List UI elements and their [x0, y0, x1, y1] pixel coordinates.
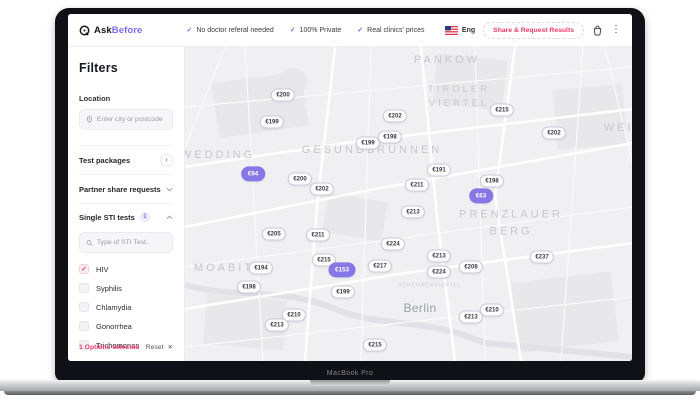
checkbox[interactable]: [79, 283, 89, 293]
sti-option-syphilis[interactable]: Syphilis: [79, 283, 173, 293]
benefit-item: ✓ No doctor referal needed: [186, 26, 274, 35]
price-marker[interactable]: €217: [367, 259, 393, 273]
partner-requests-label: Partner share requests: [79, 184, 161, 194]
more-menu-button[interactable]: ⋮: [611, 25, 621, 35]
test-packages-row[interactable]: Test packages ›: [79, 146, 173, 174]
price-marker[interactable]: €215: [362, 338, 388, 352]
location-pin-icon: [86, 116, 93, 124]
map-roads: [185, 47, 632, 361]
sti-search-input[interactable]: [96, 239, 166, 246]
selected-count-badge: 1: [139, 212, 150, 222]
price-marker[interactable]: €194: [248, 261, 274, 275]
price-marker[interactable]: €224: [380, 237, 406, 251]
chevron-down-icon: [166, 187, 173, 191]
price-marker[interactable]: €213: [458, 310, 484, 324]
brand-first: Ask: [94, 24, 112, 36]
price-marker[interactable]: €198: [479, 174, 505, 188]
sti-option-list: ✓ HIV Syphilis Chlamydia Gonorrhea Trichomona…: [79, 264, 173, 350]
price-marker[interactable]: €191: [426, 163, 452, 177]
filters-title: Filters: [79, 61, 118, 75]
price-marker[interactable]: €199: [330, 285, 356, 299]
location-input-wrap: [79, 109, 173, 130]
test-packages-label: Test packages: [79, 155, 131, 165]
checkbox-checked[interactable]: ✓: [79, 264, 89, 274]
close-icon: ✕: [167, 344, 173, 351]
language-label: Eng: [461, 26, 476, 34]
price-marker[interactable]: €215: [489, 103, 515, 117]
price-marker[interactable]: €199: [259, 115, 285, 129]
filters-sidebar: Filters Location Test packages › Partner…: [68, 47, 185, 361]
options-selected-text: 1 Options selected: [79, 343, 140, 351]
price-marker[interactable]: €200: [270, 88, 296, 102]
chevron-up-icon: [166, 215, 173, 219]
price-marker[interactable]: €237: [529, 250, 555, 264]
location-input[interactable]: [96, 116, 166, 123]
laptop-screen: AskBefore ✓ No doctor referal needed ✓ 100%…: [55, 8, 645, 382]
check-icon: ✓: [357, 27, 364, 34]
chevron-right-icon[interactable]: ›: [160, 153, 173, 167]
sti-option-hiv[interactable]: ✓ HIV: [79, 264, 173, 274]
sti-option-label: Gonorrhea: [96, 321, 132, 331]
reset-label: Reset: [145, 343, 164, 351]
price-marker[interactable]: €198: [236, 280, 262, 294]
brand-logo-icon: [79, 25, 90, 36]
sti-option-label: Syphilis: [96, 283, 122, 293]
price-marker[interactable]: €202: [309, 182, 335, 196]
benefit-item: ✓ 100% Private: [289, 26, 342, 35]
map-canvas[interactable]: PANKOWTIROLER VIERTELWEISSENSEEWEDDINGGE…: [185, 47, 632, 361]
brand-name: AskBefore: [94, 25, 142, 36]
search-icon: [86, 239, 93, 246]
price-marker[interactable]: €224: [426, 265, 452, 279]
checkbox[interactable]: [79, 321, 89, 331]
price-marker[interactable]: €94: [241, 166, 265, 182]
language-switcher[interactable]: Eng: [444, 25, 476, 35]
check-icon: ✓: [289, 27, 296, 34]
price-marker[interactable]: €199: [355, 136, 381, 150]
cart-bag-icon: [593, 25, 602, 35]
laptop-base-edge: [4, 391, 696, 395]
sti-option-gonorrhea[interactable]: Gonorrhea: [79, 321, 173, 331]
checkbox[interactable]: [79, 302, 89, 312]
app-window: AskBefore ✓ No doctor referal needed ✓ 100%…: [68, 14, 632, 361]
price-marker[interactable]: €202: [382, 109, 408, 123]
price-marker[interactable]: €208: [458, 260, 484, 274]
partner-share-requests-row[interactable]: Partner share requests: [79, 175, 173, 203]
us-flag-icon: [444, 25, 458, 35]
cart-button[interactable]: [592, 25, 603, 36]
share-request-results-button[interactable]: Share & Request Results: [483, 21, 584, 39]
price-marker[interactable]: €211: [305, 228, 331, 242]
price-marker[interactable]: €202: [541, 126, 567, 140]
single-sti-label: Single STI tests: [79, 212, 135, 222]
benefit-label: 100% Private: [299, 26, 342, 34]
price-marker[interactable]: €205: [261, 227, 287, 241]
price-marker[interactable]: €200: [287, 172, 313, 186]
sti-option-label: Chlamydia: [96, 302, 132, 312]
price-marker[interactable]: €153: [328, 262, 356, 278]
price-marker[interactable]: €213: [400, 205, 426, 219]
benefit-label: No doctor referal needed: [196, 26, 274, 34]
benefit-label: Real clinics' prices: [367, 26, 425, 34]
price-marker[interactable]: €213: [264, 318, 290, 332]
benefit-list: ✓ No doctor referal needed ✓ 100% Private ✓ R…: [186, 26, 425, 35]
price-marker[interactable]: €211: [404, 178, 430, 192]
location-label: Location: [79, 94, 111, 103]
sti-search-wrap: [79, 232, 173, 253]
brand-second: Before: [111, 24, 143, 36]
sti-option-label: HIV: [96, 264, 109, 274]
reset-button[interactable]: Reset ✕: [145, 343, 173, 352]
app-header: AskBefore ✓ No doctor referal needed ✓ 100%…: [68, 14, 632, 47]
sti-option-chlamydia[interactable]: Chlamydia: [79, 302, 173, 312]
sidebar-footer: 1 Options selected Reset ✕: [79, 343, 173, 352]
brand[interactable]: AskBefore: [79, 25, 142, 36]
price-marker[interactable]: €63: [469, 188, 493, 204]
single-sti-tests-row[interactable]: Single STI tests 1: [79, 204, 173, 230]
benefit-item: ✓ Real clinics' prices: [357, 26, 425, 35]
laptop-base-notch: [310, 380, 390, 386]
device-label: MacBook Pro: [326, 370, 374, 377]
price-marker[interactable]: €213: [426, 249, 452, 263]
header-actions: Eng Share & Request Results ⋮: [444, 21, 621, 39]
check-icon: ✓: [186, 27, 193, 34]
price-marker[interactable]: €210: [479, 303, 505, 317]
price-marker[interactable]: €198: [377, 130, 403, 144]
